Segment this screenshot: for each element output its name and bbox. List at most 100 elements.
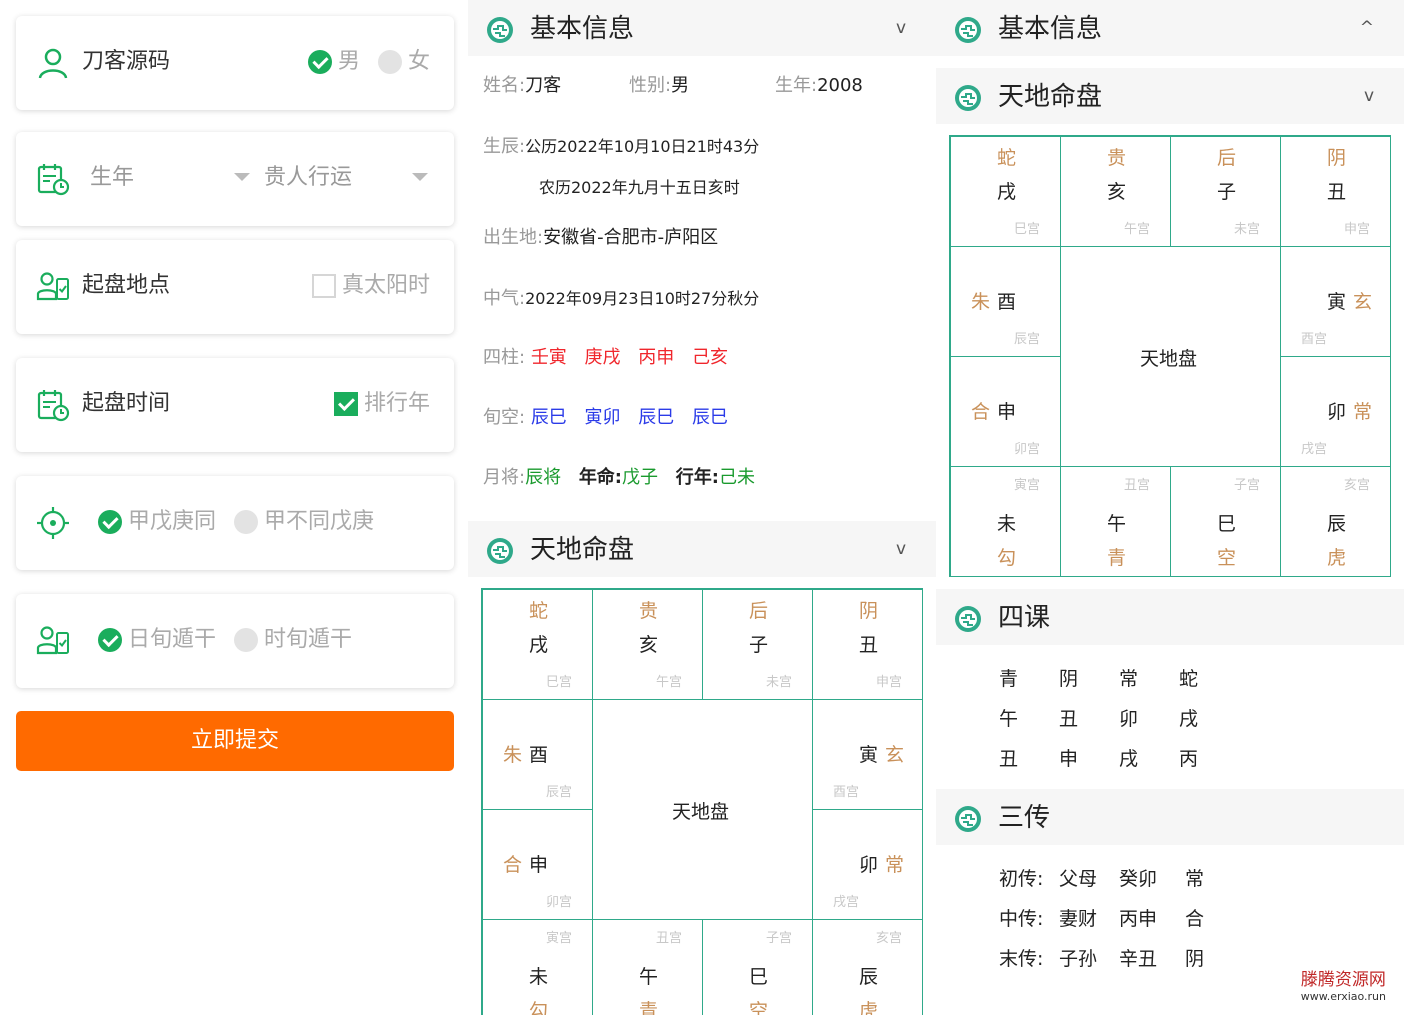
- basic-info-header[interactable]: 基本信息 ^: [936, 0, 1404, 56]
- board-cell: 后子未宫: [1170, 136, 1281, 247]
- yuejiang-key: 月将:: [483, 467, 526, 488]
- board-cell: 青午 丑宫: [1060, 466, 1171, 577]
- sike-header[interactable]: 四课: [936, 589, 1404, 645]
- palace-label: 丑宫: [655, 931, 682, 946]
- checkbox-unchecked-icon: [312, 274, 336, 298]
- palace-label: 寅宫: [1013, 478, 1040, 493]
- info-row-sex: 性别:男: [629, 74, 689, 98]
- board-frame: 蛇戌巳宫贵亥午宫后子未宫阴丑申宫朱酉辰宫合申卯宫玄寅酉宫常卯戌宫勾未寅宫青午丑宫…: [481, 588, 923, 1015]
- radio-unchecked-icon: [234, 510, 258, 534]
- name-card[interactable]: 刀客源码 男 女: [16, 16, 454, 110]
- info-row-shichen: 生辰:公历2022年10月10日21时43分: [483, 135, 759, 159]
- chevron-up-icon[interactable]: ^: [1360, 18, 1374, 38]
- branch-label: 卯: [859, 854, 879, 876]
- name-value: 刀客: [525, 75, 562, 96]
- rixun-radio[interactable]: 日旬遁干: [98, 625, 216, 655]
- god-label: 玄: [885, 744, 905, 766]
- gender-male-radio[interactable]: 男: [308, 47, 360, 77]
- sike-table: 青 阴 常 蛇 午 丑 卯 戌 丑 申 戌 丙: [999, 664, 1219, 774]
- taiji-logo-icon: [955, 85, 981, 111]
- taiji-logo-icon: [487, 17, 513, 43]
- form-panel: 刀客源码 男 女 生年 贵人行运 起盘地点 真太阳时 起盘时间 排行年 甲戊庚同…: [0, 0, 468, 1015]
- place-input[interactable]: 起盘地点: [82, 271, 170, 301]
- place-key: 出生地:: [483, 227, 544, 248]
- paixing-checkbox[interactable]: 排行年: [334, 389, 430, 419]
- section-title: 天地命盘: [530, 535, 635, 565]
- info-row-nongli: 农历2022年九月十五日亥时: [539, 176, 740, 200]
- jiawu-diff-radio[interactable]: 甲不同戊庚: [234, 507, 374, 537]
- god-label: 常: [885, 854, 905, 876]
- info-row-sizhu: 四柱: 壬寅 庚戌 丙申 己亥: [483, 346, 728, 370]
- board-cell: 常卯戌宫: [1280, 356, 1391, 467]
- branch-label: 戌: [997, 181, 1017, 203]
- chevron-down-icon[interactable]: v: [1364, 86, 1374, 106]
- palace-label: 戌宫: [833, 895, 860, 910]
- board-cell: 玄寅酉宫: [812, 699, 923, 810]
- board-cell: 虎辰 亥宫: [812, 919, 923, 1015]
- board-cell: 贵亥午宫: [1060, 136, 1171, 247]
- jiawu-card: 甲戊庚同 甲不同戊庚: [16, 476, 454, 570]
- board-cell: 阴丑申宫: [1280, 136, 1391, 247]
- branch-label: 子: [1217, 181, 1237, 203]
- name-key: 姓名:: [483, 75, 526, 96]
- board-header[interactable]: 天地命盘 v: [936, 68, 1404, 124]
- branch-label: 卯: [1327, 401, 1347, 423]
- info-row-year: 生年:2008: [775, 74, 863, 98]
- year-card: 生年 贵人行运: [16, 132, 454, 226]
- sike-cell: 丙: [1179, 748, 1199, 770]
- sex-value: 男: [671, 75, 690, 96]
- palace-label: 午宫: [655, 675, 682, 690]
- sanchuan-god: 合: [1185, 908, 1205, 930]
- gender-female-radio[interactable]: 女: [378, 47, 430, 77]
- board-cell: 贵亥午宫: [592, 589, 703, 700]
- board-cell: 蛇戌巳宫: [482, 589, 593, 700]
- branch-label: 丑: [859, 634, 879, 656]
- year-select[interactable]: 生年: [90, 163, 134, 193]
- board-cell: 合申卯宫: [482, 809, 593, 920]
- zhongqi-value: 2022年09月23日10时27分秋分: [525, 289, 760, 308]
- palace-label: 卯宫: [1013, 442, 1040, 457]
- basic-info-header[interactable]: 基本信息 v: [468, 0, 936, 56]
- guiren-select[interactable]: 贵人行运: [264, 163, 352, 193]
- board-cell: 常卯戌宫: [812, 809, 923, 920]
- branch-label: 戌: [529, 634, 549, 656]
- sike-cell: 午: [999, 708, 1019, 730]
- shichen-key: 生辰:: [483, 136, 526, 157]
- time-card[interactable]: 起盘时间 排行年: [16, 358, 454, 452]
- true-solar-checkbox[interactable]: 真太阳时: [312, 271, 430, 301]
- sike-cell: 阴: [1059, 668, 1079, 690]
- name-input[interactable]: 刀客源码: [82, 47, 170, 77]
- sanchuan-rel: 子孙: [1059, 948, 1098, 970]
- taiji-logo-icon: [955, 606, 981, 632]
- jiawu-same-label: 甲戊庚同: [128, 509, 217, 534]
- yuejiang-value: 辰将: [525, 467, 562, 488]
- shixun-radio[interactable]: 时旬遁干: [234, 625, 352, 655]
- god-label: 玄: [1353, 291, 1373, 313]
- god-label: 后: [749, 600, 769, 622]
- chevron-down-icon[interactable]: [234, 173, 250, 181]
- sizhu-hour: 己亥: [692, 347, 729, 368]
- sanchuan-god: 常: [1185, 868, 1205, 890]
- branch-label: 辰: [1327, 513, 1347, 535]
- xunkong-1: 辰巳: [530, 407, 567, 428]
- time-input[interactable]: 起盘时间: [82, 389, 170, 419]
- sike-cell: 戌: [1119, 748, 1139, 770]
- chevron-down-icon[interactable]: v: [896, 18, 906, 38]
- sanchuan-header[interactable]: 三传: [936, 789, 1404, 845]
- place-card[interactable]: 起盘地点 真太阳时: [16, 240, 454, 334]
- shixun-label: 时旬遁干: [264, 627, 353, 652]
- chevron-down-icon[interactable]: [412, 173, 428, 181]
- section-title: 三传: [998, 803, 1051, 833]
- palace-label: 子宫: [1233, 478, 1260, 493]
- board-header[interactable]: 天地命盘 v: [468, 521, 936, 577]
- chevron-down-icon[interactable]: v: [896, 539, 906, 559]
- nianming-key: 年命:: [578, 467, 623, 488]
- section-title: 四课: [998, 603, 1051, 633]
- board-cell: 玄寅酉宫: [1280, 246, 1391, 357]
- paixing-label: 排行年: [364, 391, 431, 416]
- sex-key: 性别:: [629, 75, 672, 96]
- palace-label: 卯宫: [545, 895, 572, 910]
- jiawu-same-radio[interactable]: 甲戊庚同: [98, 507, 216, 537]
- submit-button[interactable]: 立即提交: [16, 711, 454, 771]
- palace-label: 寅宫: [545, 931, 572, 946]
